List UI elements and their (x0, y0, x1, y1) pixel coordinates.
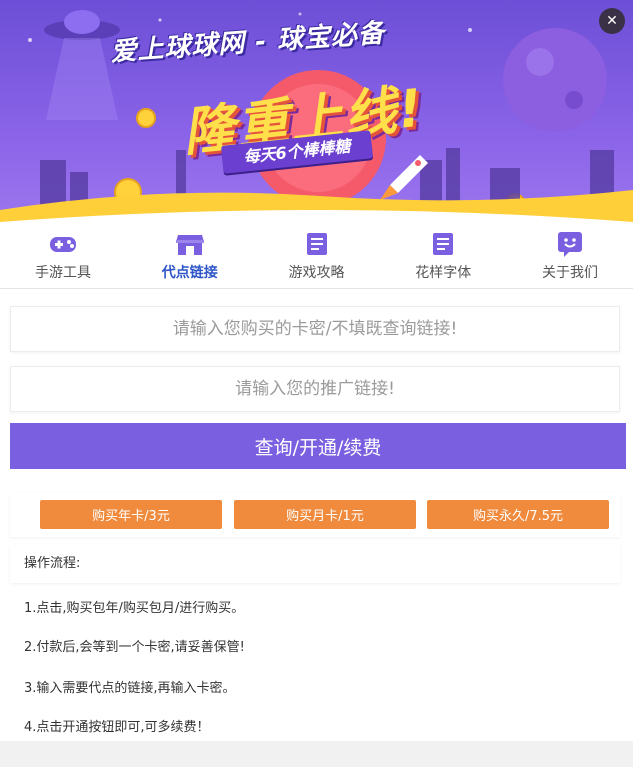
promo-link-input[interactable] (10, 366, 620, 412)
process-step: 4.点击开通按钮即可,可多续费！ (24, 720, 210, 735)
gamepad-icon (47, 230, 79, 258)
nav-item-game-guides[interactable]: 游戏攻略 (254, 222, 380, 288)
buy-year-card-button[interactable]: 购买年卡/3元 (40, 500, 222, 529)
buy-month-card-button[interactable]: 购买月卡/1元 (234, 500, 416, 529)
document-icon (301, 230, 333, 258)
nav-item-mobile-game-tools[interactable]: 手游工具 (0, 222, 126, 288)
planet-icon (503, 28, 607, 132)
nav-label: 关于我们 (542, 265, 598, 281)
process-step: 3.输入需要代点的链接,再输入卡密。 (24, 681, 236, 696)
nav-item-about-us[interactable]: 关于我们 (507, 222, 633, 288)
card-key-input[interactable] (10, 306, 620, 352)
nav-label: 手游工具 (35, 265, 91, 281)
nav-label: 代点链接 (161, 265, 218, 281)
bottom-bar (0, 741, 633, 767)
process-title: 操作流程: (10, 545, 620, 583)
promo-banner: 爱上球球网 - 球宝必备 隆重上线! 每天6个棒棒糖 ✕ (0, 0, 633, 222)
query-activate-renew-button[interactable]: 查询/开通/续费 (10, 423, 626, 469)
process-step: 1.点击,购买包年/购买包月/进行购买。 (24, 601, 245, 616)
nav-item-fancy-fonts[interactable]: 花样字体 (380, 222, 506, 288)
purchase-options: 购买年卡/3元 购买月卡/1元 购买永久/7.5元 (10, 493, 620, 537)
smiley-icon (554, 230, 586, 258)
nav-label: 游戏攻略 (288, 265, 345, 281)
main-nav: 手游工具 代点链接 游戏攻略 花样字体 关于我们 (0, 222, 633, 289)
ufo-icon (44, 10, 120, 120)
buy-permanent-button[interactable]: 购买永久/7.5元 (427, 500, 609, 529)
process-step: 2.付款后,会等到一个卡密,请妥善保管! (24, 640, 245, 655)
document-icon (427, 230, 459, 258)
nav-item-proxy-link[interactable]: 代点链接 (127, 222, 253, 288)
close-button[interactable]: ✕ (599, 8, 625, 34)
store-icon (174, 230, 206, 258)
nav-label: 花样字体 (415, 265, 472, 281)
